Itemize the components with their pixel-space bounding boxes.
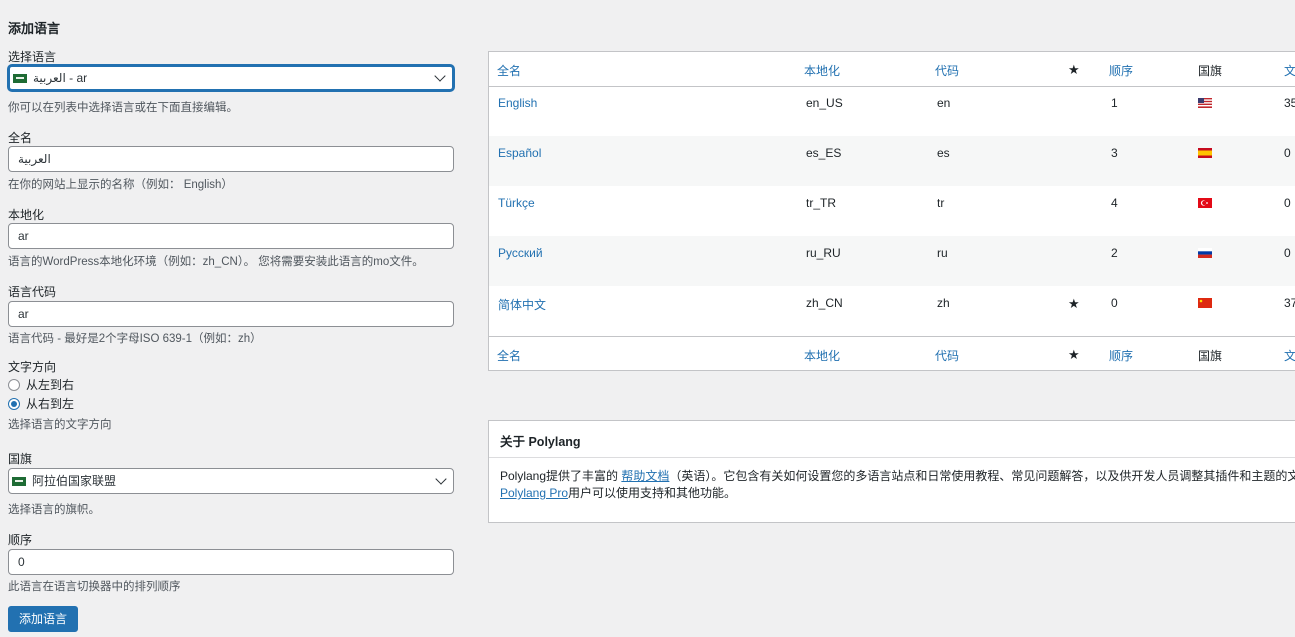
radio-checked-icon[interactable] [8,397,20,410]
direction-ltr-radio[interactable]: 从左到右 [8,376,74,393]
locale-cell: en_US [806,96,843,110]
about-text-part: （英语）。它包含有关如何设置您的多语言站点和日常使用教程、常见问题解答，以及供开… [669,469,1295,483]
language-code-help: 语言代码 - 最好是2个字母ISO 639-1（例如：zh） [8,333,262,345]
column-footer-posts[interactable]: 文 [1284,347,1295,364]
column-footer-flag: 国旗 [1198,349,1223,363]
language-select-value: العربية - ar [33,71,88,85]
order-help: 此语言在语言切换器中的排列顺序 [8,581,181,593]
code-cell: ru [937,246,948,260]
language-select-help: 你可以在列表中选择语言或在下面直接编辑。 [8,102,238,114]
locale-cell: ru_RU [806,246,841,260]
column-header-locale[interactable]: 本地化 [804,62,840,79]
order-cell: 1 [1111,96,1118,110]
language-select-label: 选择语言 [8,50,57,64]
flag-select-value: 阿拉伯国家联盟 [32,474,117,488]
divider [489,457,1295,458]
column-header-flag: 国旗 [1198,64,1223,78]
code-cell: zh [937,296,950,310]
about-text-part: Polylang提供了丰富的 [500,469,622,483]
column-footer-locale[interactable]: 本地化 [804,347,840,364]
flag-tr-icon [1198,197,1212,211]
column-header-posts[interactable]: 文 [1284,62,1295,79]
direction-rtl-radio[interactable]: 从右到左 [8,395,74,412]
table-row: Русский ru_RU ru 2 0 [489,236,1295,286]
polylang-pro-link[interactable]: Polylang Pro [500,486,568,500]
about-title: 关于 Polylang [500,435,581,449]
direction-rtl-label: 从右到左 [26,397,75,411]
language-name-link[interactable]: Türkçe [498,196,535,210]
locale-help: 语言的WordPress本地化环境（例如：zh_CN）。 您将需要安装此语言的m… [8,256,424,268]
code-cell: en [937,96,951,110]
column-footer-order[interactable]: 顺序 [1109,347,1133,364]
table-header-row: 全名 本地化 代码 ★ 顺序 国旗 文 [489,52,1295,87]
table-footer-row: 全名 本地化 代码 ★ 顺序 国旗 文 [489,336,1295,371]
posts-count: 0 [1284,146,1291,160]
posts-count: 35 [1284,96,1295,110]
full-name-label: 全名 [8,131,33,145]
posts-count: 0 [1284,246,1291,260]
flag-cn-icon [1198,297,1212,311]
chevron-down-icon [435,473,447,485]
language-name-link[interactable]: 简体中文 [498,296,546,313]
flag-label: 国旗 [8,452,33,466]
locale-field[interactable]: ar [8,223,454,249]
locale-cell: tr_TR [806,196,836,210]
column-header-order[interactable]: 顺序 [1109,62,1133,79]
order-label: 顺序 [8,533,33,547]
code-cell: tr [937,196,945,210]
table-row: Türkçe tr_TR tr 4 0 [489,186,1295,236]
language-name-link[interactable]: English [498,96,537,110]
chevron-down-icon [434,70,446,82]
radio-unchecked-icon[interactable] [8,378,20,391]
table-row: Español es_ES es 3 0 [489,136,1295,186]
column-footer-code[interactable]: 代码 [935,347,959,364]
language-code-label: 语言代码 [8,285,57,299]
help-docs-link[interactable]: 帮助文档 [621,469,669,483]
posts-count: 37 [1284,296,1295,310]
default-language-star-icon[interactable]: ★ [1068,347,1080,363]
add-language-button[interactable]: 添加语言 [8,606,79,632]
language-select[interactable]: العربية - ar [8,65,454,91]
order-field[interactable]: 0 [8,549,454,575]
column-header-name[interactable]: 全名 [497,62,521,79]
about-text-part: 用户可以使用支持和其他功能。 [568,486,737,500]
about-polylang-box: 关于 Polylang Polylang提供了丰富的 帮助文档（英语）。它包含有… [488,420,1295,523]
order-cell: 0 [1111,296,1118,310]
flag-ru-icon [1198,247,1212,261]
flag-select[interactable]: 阿拉伯国家联盟 [8,468,454,494]
order-cell: 4 [1111,196,1118,210]
default-language-star-icon[interactable]: ★ [1068,296,1080,312]
column-header-code[interactable]: 代码 [935,62,959,79]
flag-es-icon [1198,147,1212,161]
order-cell: 2 [1111,246,1118,260]
locale-cell: zh_CN [806,296,843,310]
posts-count: 0 [1284,196,1291,210]
text-direction-help: 选择语言的文字方向 [8,419,112,431]
flag-sa-icon [13,74,27,83]
table-row: 简体中文 zh_CN zh ★ 0 37 [489,286,1295,336]
full-name-field[interactable]: العربية [8,146,454,172]
code-cell: es [937,146,950,160]
locale-label: 本地化 [8,208,45,222]
text-direction-label: 文字方向 [8,360,57,374]
default-language-star-icon[interactable]: ★ [1068,62,1080,78]
language-name-link[interactable]: Español [498,146,541,160]
flag-arab-league-icon [12,477,26,486]
about-text: Polylang提供了丰富的 帮助文档（英语）。它包含有关如何设置您的多语言站点… [500,468,1295,502]
languages-table: 全名 本地化 代码 ★ 顺序 国旗 文 English en_US en 1 3… [488,51,1295,371]
flag-help: 选择语言的旗帜。 [8,504,100,516]
order-cell: 3 [1111,146,1118,160]
column-footer-name[interactable]: 全名 [497,347,521,364]
flag-us-icon [1198,97,1212,111]
language-name-link[interactable]: Русский [498,246,543,260]
language-code-field[interactable]: ar [8,301,454,327]
table-row: English en_US en 1 35 [489,86,1295,136]
page-title: 添加语言 [8,21,61,36]
full-name-help: 在你的网站上显示的名称（例如： English） [8,179,233,191]
direction-ltr-label: 从左到右 [26,378,75,392]
locale-cell: es_ES [806,146,842,160]
